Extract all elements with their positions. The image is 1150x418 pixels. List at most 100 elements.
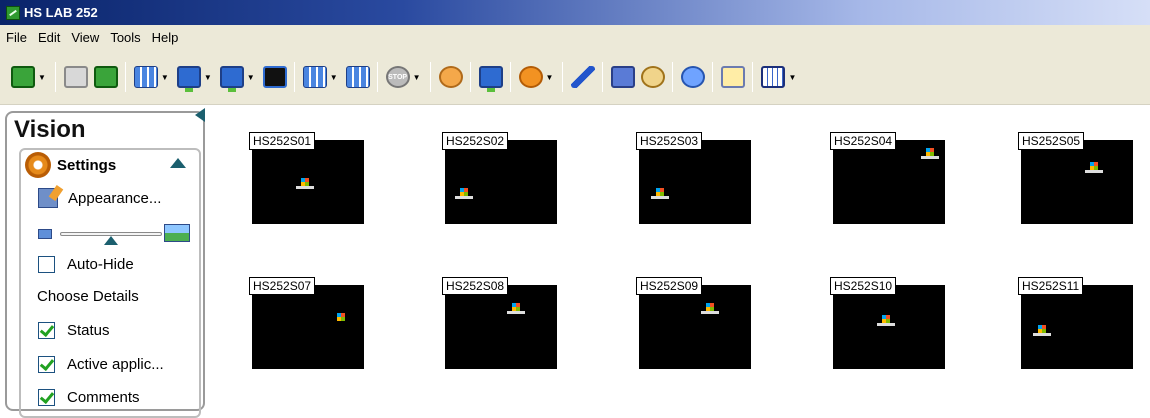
toolbar-separator	[293, 62, 295, 92]
multi-monitor-button[interactable]	[218, 63, 246, 92]
blank-screen-icon	[262, 66, 287, 88]
multi-monitor-icon	[219, 66, 244, 92]
camera-icon	[611, 66, 636, 88]
appearance-link[interactable]: Appearance...	[38, 188, 161, 208]
student-thumbnail[interactable]: HS252S04	[830, 132, 945, 224]
thumbnail-label: HS252S09	[636, 277, 703, 295]
blank-screen-button[interactable]	[261, 63, 289, 91]
appearance-icon	[38, 188, 58, 208]
multi-monitor-dropdown-arrow[interactable]: ▼	[247, 73, 255, 82]
windows-logo-icon	[507, 303, 525, 317]
window-title: HS LAB 252	[24, 5, 98, 20]
note-button[interactable]	[719, 63, 747, 91]
thumbnail-label: HS252S02	[442, 132, 509, 150]
thumbnail-label: HS252S11	[1018, 277, 1084, 295]
windows-logo-icon	[1033, 325, 1051, 339]
monitor-grayed-button[interactable]	[62, 63, 90, 91]
toolbar-separator	[429, 62, 431, 92]
search-button[interactable]	[639, 63, 667, 91]
thumbnail-label: HS252S05	[1018, 132, 1085, 150]
toolbar-separator	[712, 62, 714, 92]
sidebar-title: Vision	[14, 116, 86, 143]
student-thumbnail[interactable]: HS252S08	[442, 277, 557, 369]
stop-icon: STOP	[385, 66, 410, 88]
slider-thumb[interactable]	[104, 236, 118, 245]
power-monitor-icon	[478, 66, 503, 92]
steering-wheel-dropdown-arrow[interactable]: ▼	[546, 73, 554, 82]
student-thumbnail[interactable]: HS252S02	[442, 132, 557, 224]
class-icon	[11, 66, 35, 88]
monitor-dropdown-arrow[interactable]: ▼	[204, 73, 212, 82]
toolbar-separator	[54, 62, 56, 92]
group-monitor-icon	[345, 66, 370, 88]
binoculars-dropdown-arrow[interactable]: ▼	[330, 73, 338, 82]
settings-label: Settings	[57, 156, 117, 174]
grid-view-icon	[133, 66, 158, 88]
auto-hide-label: Auto-Hide	[67, 256, 134, 273]
choose-details-heading: Choose Details	[31, 288, 145, 305]
menu-edit[interactable]: Edit	[38, 30, 60, 45]
auto-hide-checkbox[interactable]	[38, 256, 55, 273]
windows-logo-icon	[332, 313, 350, 327]
active-application-checkbox[interactable]	[38, 356, 55, 373]
power-monitor-button[interactable]	[477, 63, 505, 92]
toolbar-separator	[469, 62, 471, 92]
student-thumbnail[interactable]: HS252S10	[830, 277, 945, 369]
layout-button[interactable]	[759, 63, 787, 91]
chat-icon	[681, 66, 706, 88]
help-request-button[interactable]	[437, 63, 465, 91]
thumbnail-size-slider[interactable]	[38, 224, 196, 245]
steering-wheel-button[interactable]	[517, 63, 545, 91]
monitor-button[interactable]	[175, 63, 203, 92]
student-thumbnail[interactable]: HS252S07	[249, 277, 364, 369]
menu-bar: File Edit View Tools Help	[0, 25, 1150, 50]
active-application-option[interactable]: Active applic...	[38, 356, 164, 373]
camera-button[interactable]	[609, 63, 637, 91]
student-thumbnail[interactable]: HS252S05	[1018, 132, 1133, 224]
stop-button[interactable]: STOP	[384, 63, 412, 91]
layout-dropdown-arrow[interactable]: ▼	[788, 73, 796, 82]
student-thumbnail[interactable]: HS252S01	[249, 132, 364, 224]
power-green-button[interactable]	[92, 63, 120, 91]
menu-file[interactable]: File	[6, 30, 27, 45]
toolbar-separator	[376, 62, 378, 92]
collapse-sidebar-icon[interactable]	[195, 108, 205, 122]
appearance-label: Appearance...	[68, 189, 162, 207]
comments-option[interactable]: Comments	[38, 389, 140, 406]
menu-view[interactable]: View	[71, 30, 99, 45]
student-thumbnail[interactable]: HS252S09	[636, 277, 751, 369]
menu-help[interactable]: Help	[152, 30, 179, 45]
class-button[interactable]	[9, 63, 37, 91]
collapse-settings-icon[interactable]	[170, 158, 186, 168]
binoculars-button[interactable]	[301, 63, 329, 91]
student-thumbnail[interactable]: HS252S11	[1018, 277, 1133, 369]
toolbar-separator	[509, 62, 511, 92]
grid-view-button[interactable]	[132, 63, 160, 91]
windows-logo-icon	[877, 315, 895, 329]
comments-checkbox[interactable]	[38, 389, 55, 406]
pen-button[interactable]	[569, 63, 597, 91]
chat-button[interactable]	[679, 63, 707, 91]
toolbar-separator	[124, 62, 126, 92]
group-monitor-button[interactable]	[344, 63, 372, 91]
status-checkbox[interactable]	[38, 322, 55, 339]
toolbar-separator	[752, 62, 754, 92]
auto-hide-option[interactable]: Auto-Hide	[38, 256, 134, 273]
student-thumbnail[interactable]: HS252S03	[636, 132, 751, 224]
app-icon	[6, 5, 20, 20]
thumbnail-label: HS252S03	[636, 132, 703, 150]
windows-logo-icon	[455, 188, 473, 202]
status-option[interactable]: Status	[38, 322, 110, 339]
active-application-label: Active applic...	[67, 356, 164, 373]
windows-logo-icon	[921, 148, 939, 162]
menu-tools[interactable]: Tools	[110, 30, 140, 45]
steering-wheel-icon	[518, 66, 543, 88]
grid-view-dropdown-arrow[interactable]: ▼	[161, 73, 169, 82]
class-dropdown-arrow[interactable]: ▼	[38, 73, 46, 82]
thumbnail-label: HS252S01	[249, 132, 316, 150]
stop-dropdown-arrow[interactable]: ▼	[413, 73, 421, 82]
windows-logo-icon	[1085, 162, 1103, 176]
pen-icon	[571, 66, 596, 88]
windows-logo-icon	[651, 188, 669, 202]
settings-header[interactable]: Settings	[25, 152, 121, 178]
